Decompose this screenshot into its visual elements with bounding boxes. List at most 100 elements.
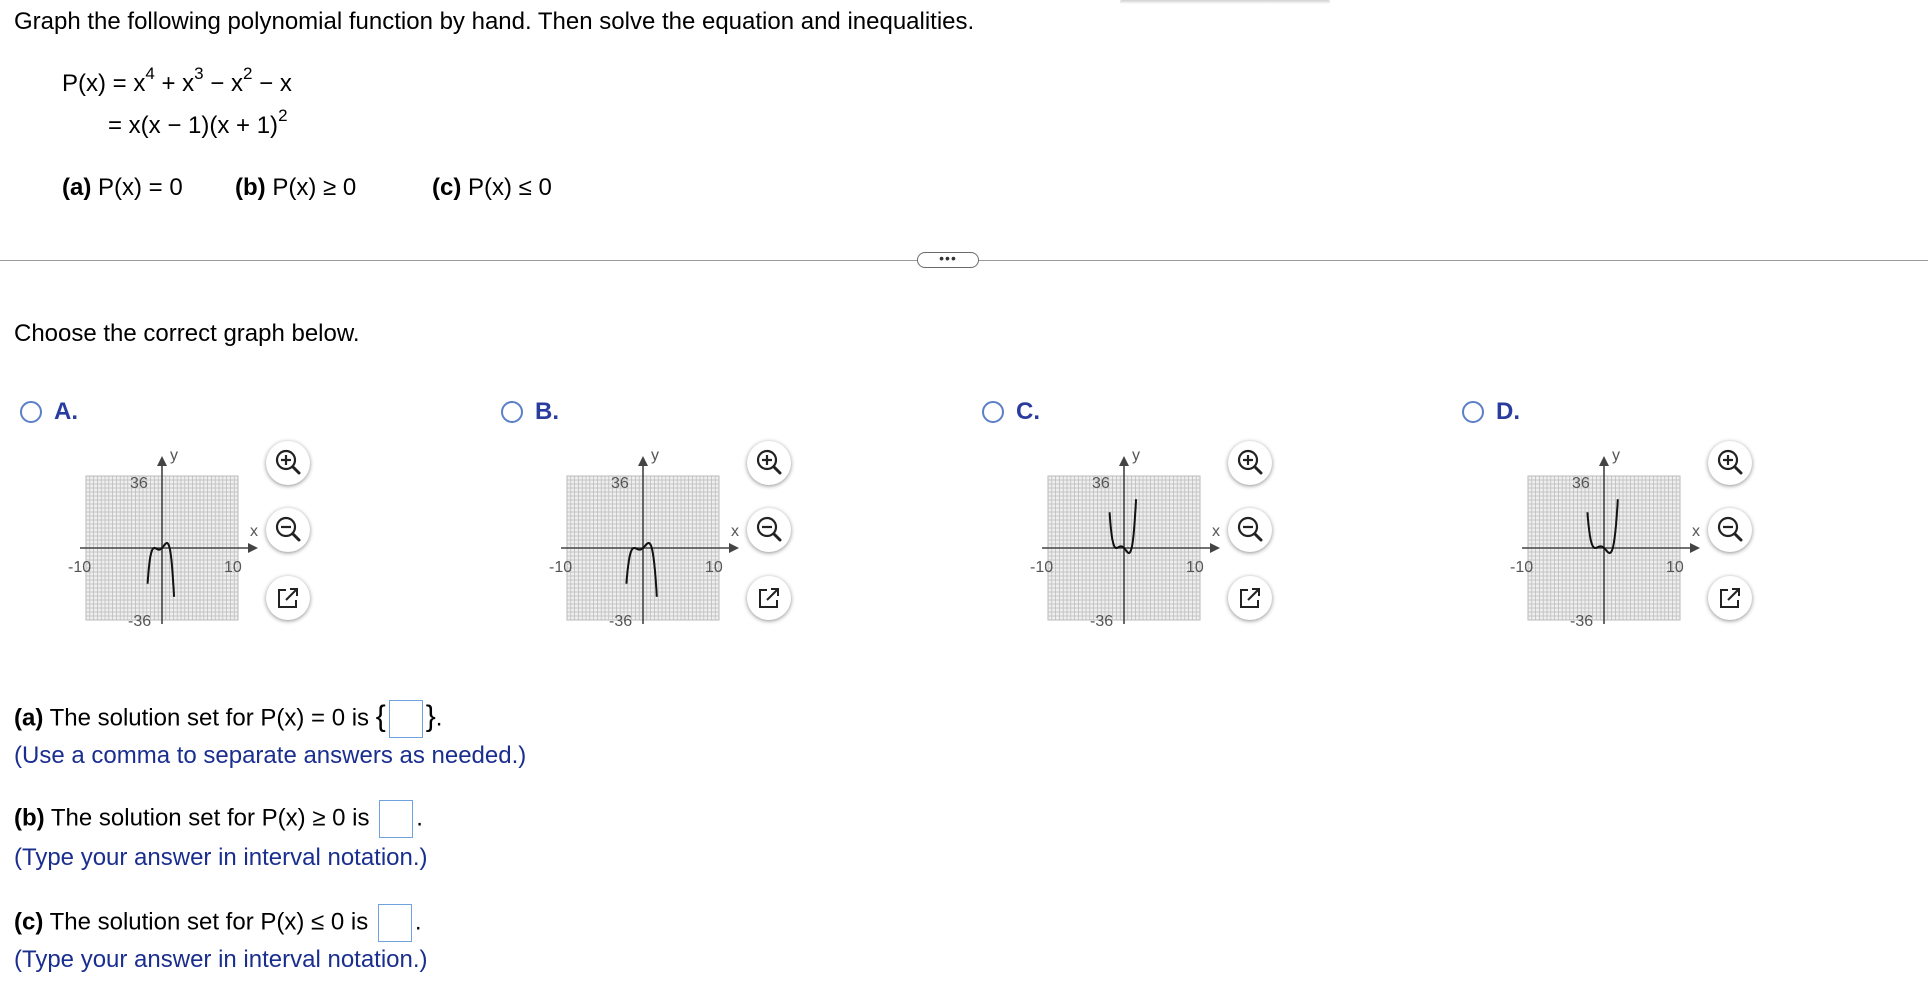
- zoom-in-icon: [275, 449, 301, 475]
- zoom-out-button[interactable]: [1708, 508, 1752, 552]
- open-graph-button[interactable]: [1228, 576, 1272, 620]
- x-max-label: 10: [705, 559, 723, 576]
- external-link-icon: [1240, 588, 1260, 608]
- zoom-in-button[interactable]: [1228, 441, 1272, 485]
- poly-term: − x: [203, 70, 243, 97]
- y-max-label: 36: [1092, 475, 1110, 492]
- y-min-label: -36: [1090, 613, 1113, 630]
- zoom-in-button[interactable]: [1708, 441, 1752, 485]
- polynomial-line-1: P(x) = x4 + x3 − x2 − x: [62, 65, 292, 98]
- y-axis-label: y: [651, 447, 659, 464]
- x-min-label: -10: [1510, 559, 1533, 576]
- option-letter: C.: [1016, 398, 1040, 425]
- y-axis-arrow: [638, 456, 648, 466]
- part-c: (c) P(x) ≤ 0: [432, 174, 552, 202]
- zoom-out-button[interactable]: [747, 508, 791, 552]
- y-axis-label: y: [1132, 447, 1140, 464]
- polynomial-line-2: = x(x − 1)(x + 1)2: [108, 107, 288, 140]
- zoom-out-button[interactable]: [1228, 508, 1272, 552]
- answer-c-input[interactable]: [377, 904, 412, 942]
- brace-open: {: [375, 700, 386, 733]
- y-max-label: 36: [611, 475, 629, 492]
- option-letter: A.: [54, 398, 78, 425]
- option-graph: 36 -36 -10 10 x y: [68, 447, 258, 630]
- answer-text: The solution set for P(x) = 0 is: [43, 704, 376, 732]
- poly-factored: = x(x − 1)(x + 1): [108, 112, 279, 139]
- y-min-label: -36: [128, 613, 151, 630]
- x-min-label: -10: [1030, 559, 1053, 576]
- zoom-in-button[interactable]: [266, 441, 310, 485]
- top-shadow: [1120, 0, 1330, 4]
- external-link-icon: [1720, 588, 1740, 608]
- exp-2: 2: [278, 106, 288, 125]
- answer-a-hint: (Use a comma to separate answers as need…: [14, 742, 527, 769]
- x-min-label: -10: [68, 559, 91, 576]
- answer-b-input[interactable]: [379, 800, 414, 838]
- option-radio-2[interactable]: [501, 401, 523, 423]
- answer-label: (b): [14, 804, 45, 832]
- part-b: (b) P(x) ≥ 0: [235, 174, 356, 202]
- open-graph-button[interactable]: [266, 576, 310, 620]
- zoom-out-icon: [1237, 516, 1263, 542]
- period: .: [435, 704, 443, 732]
- zoom-in-button[interactable]: [747, 441, 791, 485]
- instruction-text: Graph the following polynomial function …: [14, 8, 975, 35]
- option-radio-3[interactable]: [982, 401, 1004, 423]
- part-label: (b): [235, 174, 266, 201]
- y-max-label: 36: [1572, 475, 1590, 492]
- y-axis-arrow: [157, 456, 167, 466]
- answer-c: (c) The solution set for P(x) ≤ 0 is .: [14, 904, 422, 942]
- x-max-label: 10: [224, 559, 242, 576]
- zoom-in-icon: [1237, 449, 1263, 475]
- brace-close: }: [425, 700, 436, 733]
- answer-label: (c): [14, 908, 44, 936]
- zoom-out-button[interactable]: [266, 508, 310, 552]
- x-axis-arrow: [1210, 543, 1220, 553]
- exp-2: 2: [243, 64, 253, 83]
- option-radio-4[interactable]: [1462, 401, 1484, 423]
- zoom-in-icon: [1717, 449, 1743, 475]
- answer-label: (a): [14, 704, 44, 732]
- poly-term: − x: [252, 70, 292, 97]
- open-graph-button[interactable]: [747, 576, 791, 620]
- exp-4: 4: [145, 64, 155, 83]
- choose-prompt: Choose the correct graph below.: [14, 320, 360, 347]
- x-max-label: 10: [1186, 559, 1204, 576]
- part-a: (a) P(x) = 0: [62, 174, 183, 202]
- answer-text: The solution set for P(x) ≥ 0 is: [44, 804, 377, 832]
- option-graph: 36 -36 -10 10 x y: [1030, 447, 1220, 630]
- y-axis-label: y: [170, 447, 178, 464]
- open-graph-button[interactable]: [1708, 576, 1752, 620]
- y-min-label: -36: [609, 613, 632, 630]
- answer-c-hint: (Type your answer in interval notation.): [14, 946, 428, 973]
- zoom-out-icon: [1717, 516, 1743, 542]
- zoom-out-icon: [275, 516, 301, 542]
- x-axis-arrow: [729, 543, 739, 553]
- part-text: P(x) = 0: [91, 174, 183, 201]
- poly-term: + x: [154, 70, 195, 97]
- x-axis-label: x: [1212, 523, 1220, 540]
- option-graph: 36 -36 -10 10 x y: [549, 447, 739, 630]
- more-button[interactable]: •••: [917, 251, 979, 268]
- zoom-out-icon: [756, 516, 782, 542]
- x-min-label: -10: [549, 559, 572, 576]
- part-text: P(x) ≤ 0: [461, 174, 552, 201]
- y-axis-arrow: [1119, 456, 1129, 466]
- answer-a-input[interactable]: [388, 700, 423, 738]
- period: .: [416, 804, 423, 832]
- y-axis-label: y: [1612, 447, 1620, 464]
- x-axis-arrow: [1690, 543, 1700, 553]
- y-axis-arrow: [1599, 456, 1609, 466]
- x-axis-label: x: [250, 523, 258, 540]
- poly-lhs: P(x) = x: [62, 70, 146, 97]
- answer-b: (b) The solution set for P(x) ≥ 0 is .: [14, 800, 423, 838]
- x-axis-label: x: [1692, 523, 1700, 540]
- option-radio-1[interactable]: [20, 401, 42, 423]
- y-max-label: 36: [130, 475, 148, 492]
- x-max-label: 10: [1666, 559, 1684, 576]
- period: .: [414, 908, 422, 936]
- exp-3: 3: [194, 64, 204, 83]
- answer-b-hint: (Type your answer in interval notation.): [14, 844, 428, 871]
- option-letter: D.: [1496, 398, 1520, 425]
- zoom-in-icon: [756, 449, 782, 475]
